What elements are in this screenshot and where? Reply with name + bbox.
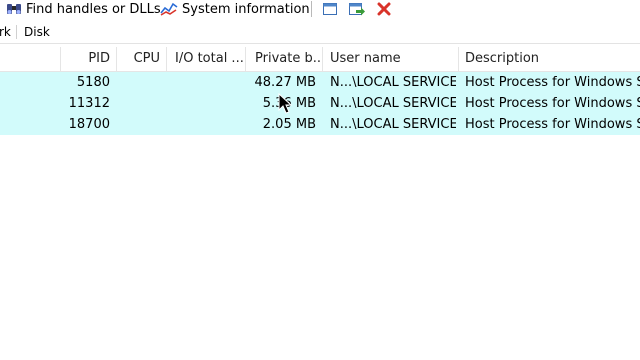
column-header-pid[interactable]: PID	[60, 47, 110, 71]
system-information-label: System information	[182, 1, 310, 17]
toolbar: Find handles or DLLs System information	[0, 0, 640, 20]
user-name-cell: N...\LOCAL SERVICE	[330, 96, 456, 111]
close-icon	[376, 1, 392, 17]
tab-strip: rk Disk	[0, 23, 640, 43]
column-header-private-bytes[interactable]: Private b...	[255, 47, 323, 71]
user-name-cell: N...\LOCAL SERVICE	[330, 117, 456, 132]
column-separator[interactable]	[322, 47, 323, 71]
description-cell: Host Process for Windows Ser	[465, 96, 640, 111]
binoculars-icon	[6, 1, 22, 17]
io-total-cell	[166, 72, 240, 93]
window-button[interactable]	[322, 0, 338, 18]
table-row[interactable]: 11312 5.36 MB N...\LOCAL SERVICE Host Pr…	[0, 93, 640, 114]
column-header-io-total[interactable]: I/O total ...	[175, 47, 245, 71]
cpu-cell	[116, 72, 160, 93]
table-row[interactable]: 5180 48.27 MB N...\LOCAL SERVICE Host Pr…	[0, 72, 640, 93]
table-row[interactable]: 18700 2.05 MB N...\LOCAL SERVICE Host Pr…	[0, 114, 640, 135]
private-bytes-cell: 2.05 MB	[262, 117, 316, 132]
tab-separator	[16, 25, 17, 39]
toolbar-separator	[311, 1, 312, 17]
column-header-user-name[interactable]: User name	[330, 47, 450, 71]
tabs-divider	[0, 43, 640, 44]
io-total-cell	[166, 114, 240, 135]
window-icon	[322, 1, 338, 17]
cpu-cell	[116, 93, 160, 114]
private-bytes-cell: 48.27 MB	[254, 75, 316, 90]
column-separator[interactable]	[166, 47, 167, 71]
system-information-button[interactable]: System information	[160, 0, 310, 18]
mouse-cursor-icon	[278, 92, 294, 115]
column-header: PID CPU I/O total ... Private b... User …	[0, 47, 640, 72]
find-handles-button[interactable]: Find handles or DLLs	[6, 0, 161, 18]
window-arrow-icon	[348, 1, 366, 17]
pid-cell: 11312	[68, 96, 110, 111]
user-name-cell: N...\LOCAL SERVICE	[330, 75, 456, 90]
column-header-description[interactable]: Description	[465, 47, 640, 71]
run-as-button[interactable]	[348, 0, 366, 18]
io-total-cell	[166, 93, 240, 114]
description-cell: Host Process for Windows Ser	[465, 75, 640, 90]
pid-cell: 5180	[76, 75, 110, 90]
system-graph-icon	[160, 1, 178, 17]
terminate-button[interactable]	[376, 0, 392, 18]
pid-cell: 18700	[68, 117, 110, 132]
cpu-cell	[116, 114, 160, 135]
tab-network[interactable]: rk	[0, 25, 11, 39]
column-separator[interactable]	[458, 47, 459, 71]
tab-disk[interactable]: Disk	[24, 25, 50, 39]
find-handles-label: Find handles or DLLs	[26, 1, 161, 17]
column-header-cpu[interactable]: CPU	[116, 47, 160, 71]
description-cell: Host Process for Windows Ser	[465, 117, 640, 132]
column-separator[interactable]	[245, 47, 246, 71]
